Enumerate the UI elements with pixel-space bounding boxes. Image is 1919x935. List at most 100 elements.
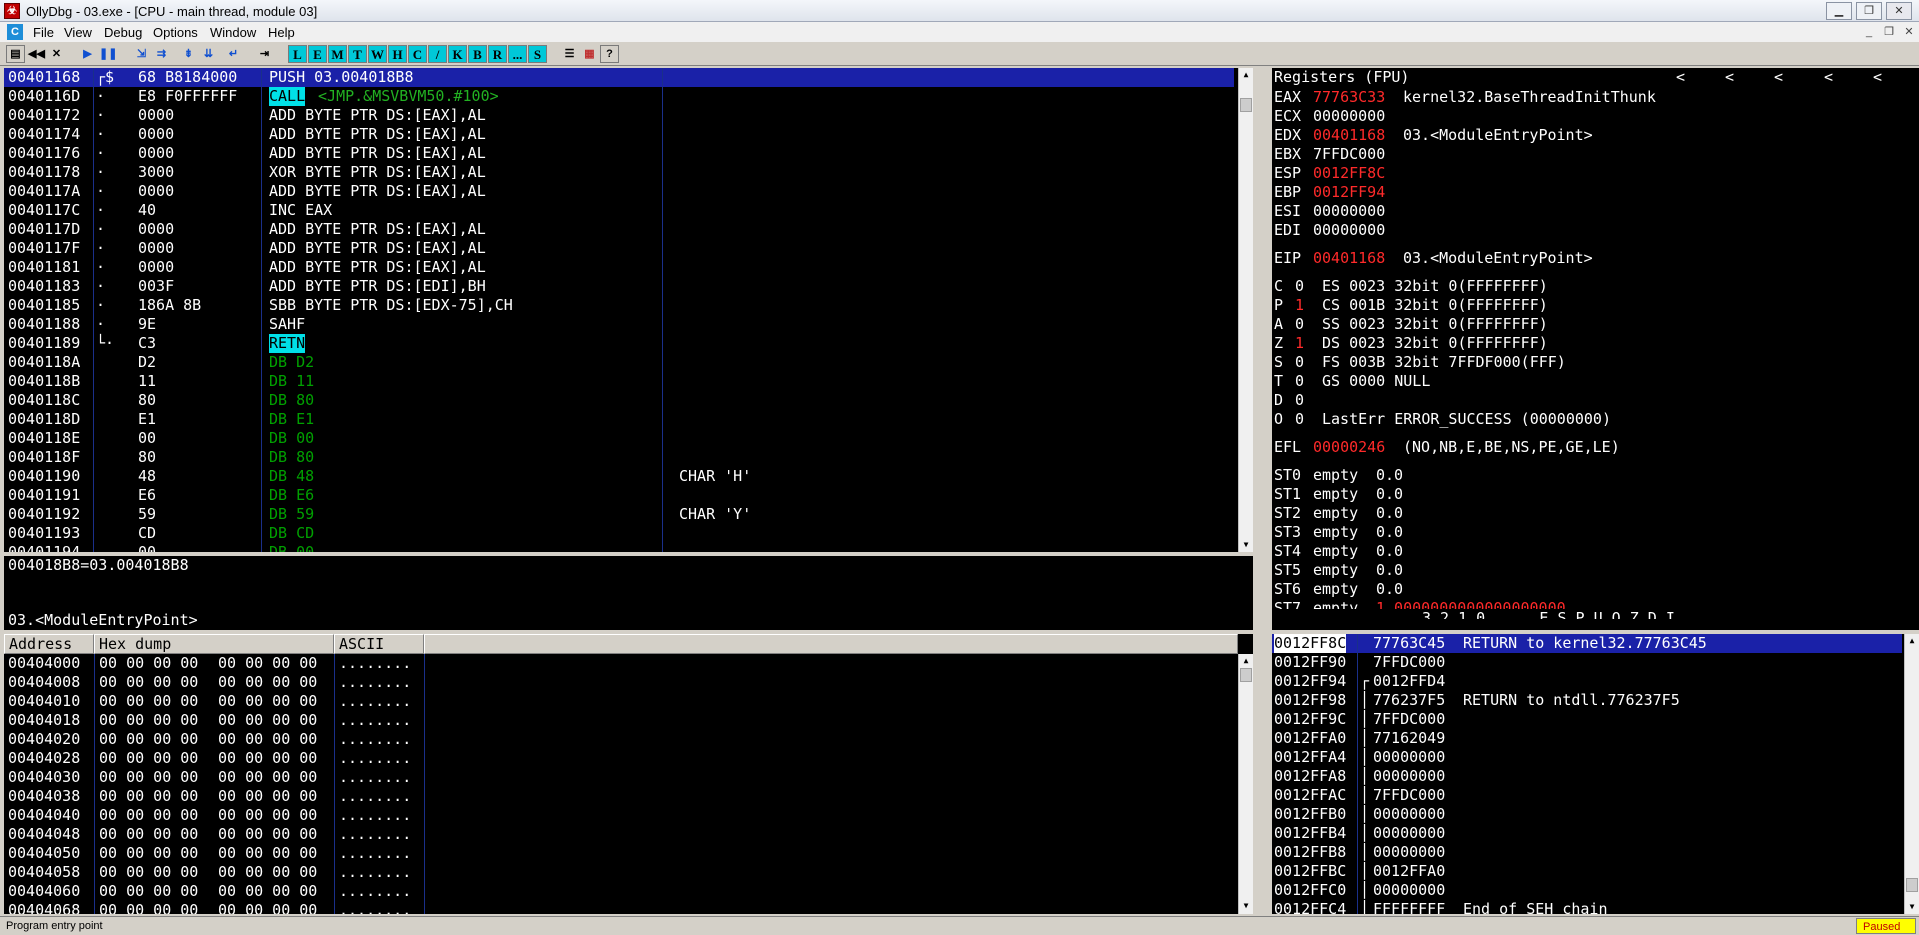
cpu-window-icon[interactable]: C [7, 24, 23, 40]
rewind-icon[interactable]: ◀◀ [27, 45, 46, 63]
disasm-row[interactable]: 00401192 59 DB 59 CHAR 'Y' [4, 505, 1234, 524]
disasm-row[interactable]: 00401183 · 003F ADD BYTE PTR DS:[EDI],BH [4, 277, 1234, 296]
disasm-row[interactable]: 00401185 · 186A 8B SBB BYTE PTR DS:[EDX-75]… [4, 296, 1234, 315]
disasm-row[interactable]: 00401194 00 DB 00 [4, 543, 1234, 552]
run-icon[interactable]: ▶ [78, 45, 97, 63]
disasm-row[interactable]: 00401191 E6 DB E6 [4, 486, 1234, 505]
dump-row[interactable]: 00404040 00 00 00 00 00 00 00 00........ [4, 806, 1234, 825]
fpu-row[interactable]: ST6 empty 0.0 [1272, 580, 1912, 599]
splitter[interactable] [1253, 68, 1272, 630]
dump-header-hex[interactable]: Hex dump [94, 634, 334, 654]
stack-row[interactable]: 0012FF98 │ 776237F5 RETURN to ntdll.776237F… [1272, 691, 1902, 710]
stack-row[interactable]: 0012FFB8 │ 00000000 [1272, 843, 1902, 862]
disasm-row[interactable]: 00401174 · 0000 ADD BYTE PTR DS:[EAX],AL [4, 125, 1234, 144]
scroll-down-icon[interactable]: ▼ [1241, 540, 1251, 550]
step-into-icon[interactable]: ⇲ [132, 45, 151, 63]
restore-button[interactable]: ❐ [1856, 2, 1882, 20]
source-window-button[interactable]: S [528, 45, 547, 63]
grid-icon[interactable]: ▦ [580, 45, 599, 63]
disasm-row[interactable]: 0040118C 80 DB 80 [4, 391, 1234, 410]
register-row[interactable]: 3 2 1 0 E S P U O Z D I [1272, 609, 1912, 619]
scroll-thumb[interactable] [1906, 878, 1918, 892]
register-row[interactable]: ESP 0012FF8C [1272, 164, 1912, 183]
dump-row[interactable]: 00404048 00 00 00 00 00 00 00 00........ [4, 825, 1234, 844]
handles-window-button[interactable]: H [388, 45, 407, 63]
dump-row[interactable]: 00404020 00 00 00 00 00 00 00 00........ [4, 730, 1234, 749]
dump-row[interactable]: 00404000 00 00 00 00 00 00 00 00........ [4, 654, 1234, 673]
flag-row[interactable]: S 0 FS 003B 32bit 7FFDF000(FFF) [1272, 353, 1912, 372]
stack-row[interactable]: 0012FFB0 │ 00000000 [1272, 805, 1902, 824]
run-trace-window-button[interactable]: ... [508, 45, 527, 63]
stack-pane[interactable]: 0012FF8C 77763C45 RETURN to kernel32.77763… [1272, 634, 1919, 914]
open-icon[interactable]: ▤ [6, 45, 25, 63]
stack-row[interactable]: 0012FFA8 │ 00000000 [1272, 767, 1902, 786]
trace-into-icon[interactable]: ⇟ [179, 45, 198, 63]
stack-row[interactable]: 0012FF9C │ 7FFDC000 [1272, 710, 1902, 729]
reg-view-arrow[interactable]: < [1725, 68, 1734, 87]
disasm-row[interactable]: 0040117C · 40 INC EAX [4, 201, 1234, 220]
disasm-row[interactable]: 0040117F · 0000 ADD BYTE PTR DS:[EAX],AL [4, 239, 1234, 258]
disasm-row[interactable]: 00401168 ┌$ 68 B8184000 PUSH 03.004018B8 [4, 68, 1234, 87]
dump-row[interactable]: 00404008 00 00 00 00 00 00 00 00........ [4, 673, 1234, 692]
stack-row[interactable]: 0012FFAC │ 7FFDC000 [1272, 786, 1902, 805]
dump-pane[interactable]: Address Hex dump ASCII 00404000 00 00 00 … [4, 634, 1253, 914]
close-icon[interactable]: ✕ [47, 45, 66, 63]
flag-row[interactable]: A 0 SS 0023 32bit 0(FFFFFFFF) [1272, 315, 1912, 334]
flag-row[interactable]: D0 [1272, 391, 1912, 410]
register-row[interactable]: EBP 0012FF94 [1272, 183, 1912, 202]
mdi-restore-button[interactable]: ❐ [1880, 25, 1898, 40]
modules-window-button[interactable]: E [308, 45, 327, 63]
dump-row[interactable]: 00404030 00 00 00 00 00 00 00 00........ [4, 768, 1234, 787]
disasm-row[interactable]: 0040118D E1 DB E1 [4, 410, 1234, 429]
menu-debug[interactable]: Debug [104, 25, 142, 40]
register-row[interactable]: ECX 00000000 [1272, 107, 1912, 126]
register-row[interactable]: EAX 77763C33 kernel32.BaseThreadInitThunk [1272, 88, 1912, 107]
register-row[interactable]: EFL 00000246 (NO,NB,E,BE,NS,PE,GE,LE) [1272, 438, 1912, 457]
stack-row[interactable]: 0012FF8C 77763C45 RETURN to kernel32.77763… [1272, 634, 1902, 653]
stack-row[interactable]: 0012FFC4 │ FFFFFFFF End of SEH chain [1272, 900, 1902, 914]
dump-row[interactable]: 00404058 00 00 00 00 00 00 00 00........ [4, 863, 1234, 882]
stack-row[interactable]: 0012FFB4 │ 00000000 [1272, 824, 1902, 843]
disasm-row[interactable]: 0040116D · E8 F0FFFFFF CALL <JMP.&MSVBVM50.… [4, 87, 1234, 106]
disasm-row[interactable]: 0040117A · 0000 ADD BYTE PTR DS:[EAX],AL [4, 182, 1234, 201]
flag-row[interactable]: T 0 GS 0000 NULL [1272, 372, 1912, 391]
dump-row[interactable]: 00404028 00 00 00 00 00 00 00 00........ [4, 749, 1234, 768]
disasm-scrollbar[interactable]: ▲ ▼ [1238, 68, 1253, 552]
disasm-row[interactable]: 00401181 · 0000 ADD BYTE PTR DS:[EAX],AL [4, 258, 1234, 277]
disasm-row[interactable]: 0040118E 00 DB 00 [4, 429, 1234, 448]
fpu-row[interactable]: ST2 empty 0.0 [1272, 504, 1912, 523]
disasm-row[interactable]: 00401178 · 3000 XOR BYTE PTR DS:[EAX],AL [4, 163, 1234, 182]
cpu-window-button[interactable]: C [408, 45, 427, 63]
disasm-row[interactable]: 00401176 · 0000 ADD BYTE PTR DS:[EAX],AL [4, 144, 1234, 163]
disasm-row[interactable]: 00401193 CD DB CD [4, 524, 1234, 543]
dump-header-ascii[interactable]: ASCII [334, 634, 424, 654]
windows-window-button[interactable]: W [368, 45, 387, 63]
scroll-up-icon[interactable]: ▲ [1241, 70, 1251, 80]
call-stack-window-button[interactable]: K [448, 45, 467, 63]
patches-window-button[interactable]: / [428, 45, 447, 63]
scroll-down-icon[interactable]: ▼ [1907, 902, 1917, 912]
minimize-button[interactable]: ▁ [1826, 2, 1852, 20]
fpu-row[interactable]: ST1 empty 0.0 [1272, 485, 1912, 504]
scroll-down-icon[interactable]: ▼ [1241, 901, 1251, 911]
disasm-row[interactable]: 0040117D · 0000 ADD BYTE PTR DS:[EAX],AL [4, 220, 1234, 239]
help-button[interactable]: ? [600, 45, 619, 63]
fpu-row[interactable]: ST3 empty 0.0 [1272, 523, 1912, 542]
flag-row[interactable]: Z 1 DS 0023 32bit 0(FFFFFFFF) [1272, 334, 1912, 353]
stack-scrollbar[interactable]: ▲ ▼ [1904, 634, 1919, 914]
scroll-thumb[interactable] [1240, 668, 1252, 682]
disasm-row[interactable]: 0040118A D2 DB D2 [4, 353, 1234, 372]
scroll-up-icon[interactable]: ▲ [1907, 636, 1917, 646]
mdi-close-button[interactable]: ✕ [1900, 25, 1918, 40]
fpu-row[interactable]: ST0 empty 0.0 [1272, 466, 1912, 485]
splitter[interactable] [1253, 634, 1272, 914]
menu-view[interactable]: View [64, 25, 92, 40]
reg-view-arrow[interactable]: < [1824, 68, 1833, 87]
disasm-row[interactable]: 0040118F 80 DB 80 [4, 448, 1234, 467]
menu-options[interactable]: Options [153, 25, 198, 40]
dump-row[interactable]: 00404010 00 00 00 00 00 00 00 00........ [4, 692, 1234, 711]
dump-row[interactable]: 00404018 00 00 00 00 00 00 00 00........ [4, 711, 1234, 730]
pause-icon[interactable]: ❚❚ [98, 45, 117, 63]
fpu-row[interactable]: ST5 empty 0.0 [1272, 561, 1912, 580]
fpu-row[interactable]: ST4 empty 0.0 [1272, 542, 1912, 561]
